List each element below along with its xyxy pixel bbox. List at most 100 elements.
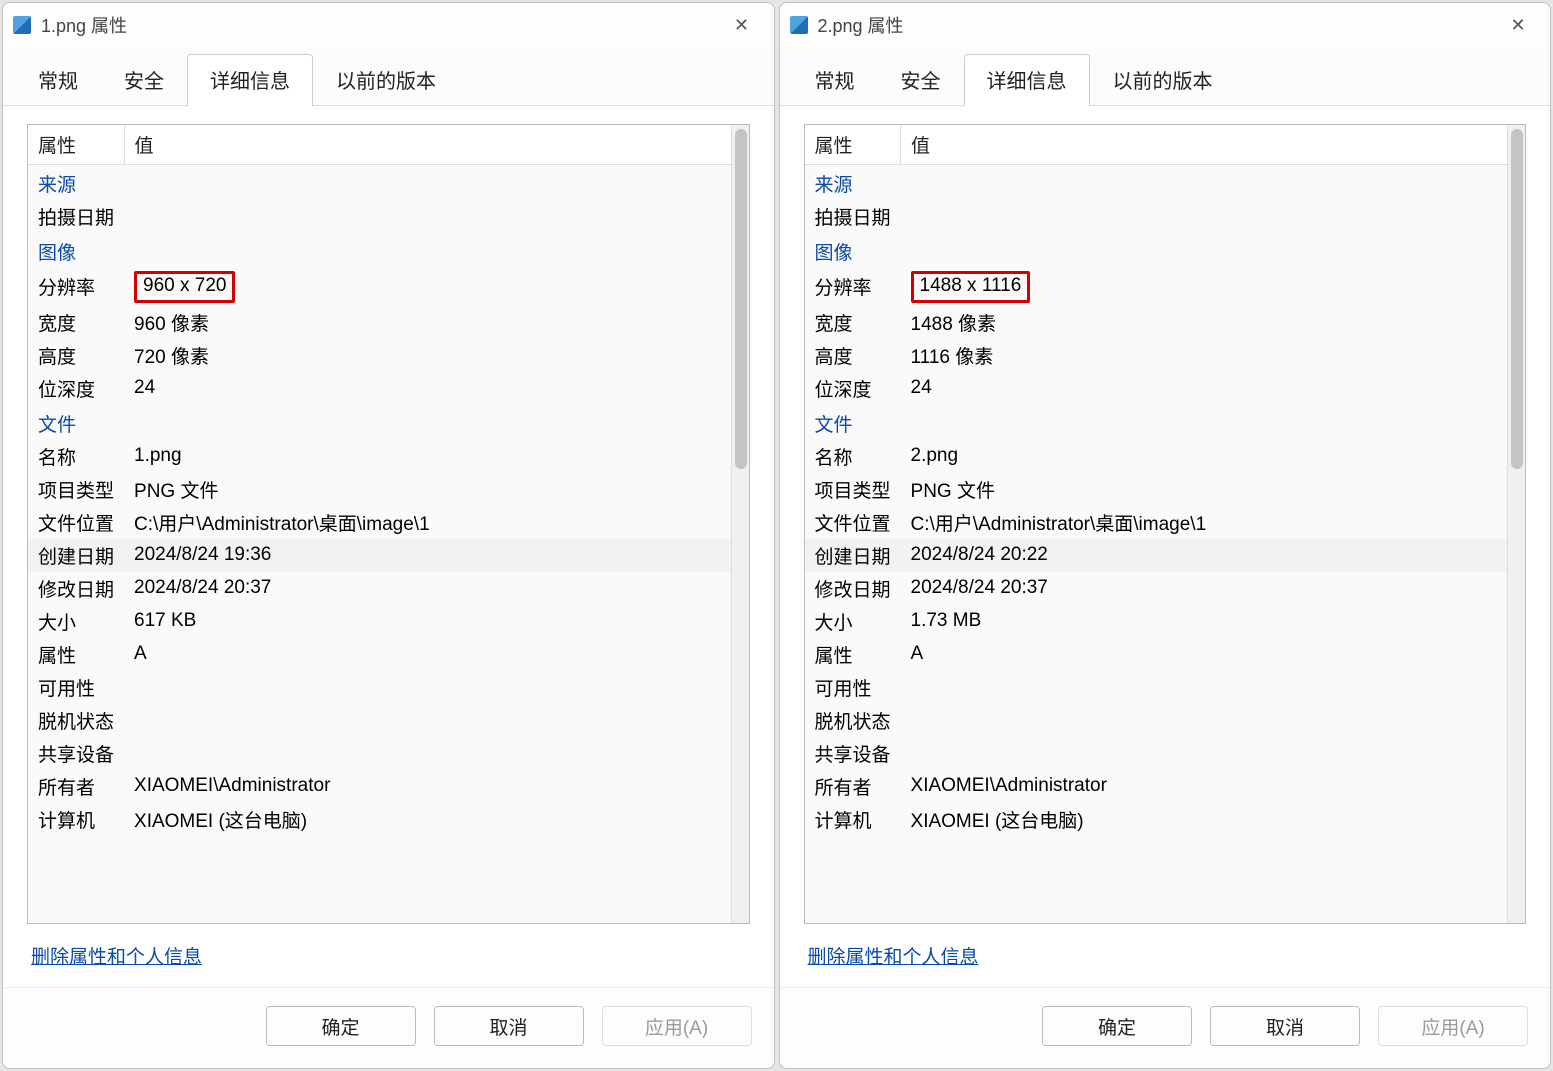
prop-key-computer[interactable]: 计算机	[805, 803, 901, 836]
prop-val-bitdepth[interactable]: 24	[901, 372, 1507, 405]
prop-key-width[interactable]: 宽度	[805, 306, 901, 339]
image-file-icon	[13, 16, 31, 34]
prop-val-bitdepth[interactable]: 24	[124, 372, 730, 405]
prop-val-modified[interactable]: 2024/8/24 20:37	[901, 572, 1507, 605]
prop-key-owner[interactable]: 所有者	[28, 770, 124, 803]
close-button[interactable]: ✕	[1496, 9, 1540, 41]
column-header-property[interactable]: 属性	[805, 125, 901, 165]
prop-val-offline[interactable]	[124, 704, 730, 737]
prop-key-owner[interactable]: 所有者	[805, 770, 901, 803]
prop-val-created[interactable]: 2024/8/24 19:36	[124, 539, 730, 572]
prop-key-availability[interactable]: 可用性	[28, 671, 124, 704]
cancel-button[interactable]: 取消	[434, 1006, 584, 1046]
prop-val-share[interactable]	[901, 737, 1507, 770]
prop-val-computer[interactable]: XIAOMEI (这台电脑)	[124, 803, 730, 836]
apply-button[interactable]: 应用(A)	[602, 1006, 752, 1046]
prop-val-size[interactable]: 1.73 MB	[901, 605, 1507, 638]
apply-button[interactable]: 应用(A)	[1378, 1006, 1528, 1046]
prop-key-offline[interactable]: 脱机状态	[805, 704, 901, 737]
prop-key-resolution[interactable]: 分辨率	[805, 268, 901, 306]
prop-key-location[interactable]: 文件位置	[28, 506, 124, 539]
close-button[interactable]: ✕	[720, 9, 764, 41]
prop-key-computer[interactable]: 计算机	[28, 803, 124, 836]
prop-key-width[interactable]: 宽度	[28, 306, 124, 339]
window-title: 2.png 属性	[818, 12, 1497, 38]
prop-val-share[interactable]	[124, 737, 730, 770]
prop-key-type[interactable]: 项目类型	[28, 473, 124, 506]
tab-previous-versions[interactable]: 以前的版本	[1090, 54, 1236, 106]
prop-val-shot-date[interactable]	[901, 200, 1507, 233]
prop-key-size[interactable]: 大小	[805, 605, 901, 638]
tab-security[interactable]: 安全	[878, 54, 964, 106]
column-header-value[interactable]: 值	[124, 125, 730, 165]
properties-scroll-area[interactable]: 属性 值 来源 拍摄日期 图像 分辨率1488 x 1116 宽度1488 像素…	[805, 125, 1508, 923]
prop-key-created[interactable]: 创建日期	[28, 539, 124, 572]
prop-val-created[interactable]: 2024/8/24 20:22	[901, 539, 1507, 572]
tab-general[interactable]: 常规	[15, 54, 101, 106]
prop-val-name[interactable]: 1.png	[124, 440, 730, 473]
tab-details[interactable]: 详细信息	[187, 54, 313, 106]
prop-val-location[interactable]: C:\用户\Administrator\桌面\image\1	[124, 506, 730, 539]
prop-val-name[interactable]: 2.png	[901, 440, 1507, 473]
ok-button[interactable]: 确定	[266, 1006, 416, 1046]
prop-val-width[interactable]: 1488 像素	[901, 306, 1507, 339]
prop-val-availability[interactable]	[901, 671, 1507, 704]
prop-val-type[interactable]: PNG 文件	[901, 473, 1507, 506]
prop-val-type[interactable]: PNG 文件	[124, 473, 730, 506]
section-file: 文件	[28, 405, 731, 440]
vertical-scrollbar[interactable]	[1507, 125, 1525, 923]
tab-security[interactable]: 安全	[101, 54, 187, 106]
prop-val-shot-date[interactable]	[124, 200, 730, 233]
prop-key-location[interactable]: 文件位置	[805, 506, 901, 539]
prop-val-width[interactable]: 960 像素	[124, 306, 730, 339]
prop-key-resolution[interactable]: 分辨率	[28, 268, 124, 306]
scrollbar-thumb[interactable]	[735, 129, 747, 469]
prop-key-name[interactable]: 名称	[28, 440, 124, 473]
prop-key-bitdepth[interactable]: 位深度	[805, 372, 901, 405]
tab-previous-versions[interactable]: 以前的版本	[313, 54, 459, 106]
prop-key-type[interactable]: 项目类型	[805, 473, 901, 506]
prop-val-modified[interactable]: 2024/8/24 20:37	[124, 572, 730, 605]
prop-val-location[interactable]: C:\用户\Administrator\桌面\image\1	[901, 506, 1507, 539]
scrollbar-thumb[interactable]	[1511, 129, 1523, 469]
prop-val-attributes[interactable]: A	[901, 638, 1507, 671]
remove-properties-link[interactable]: 删除属性和个人信息	[31, 947, 202, 968]
prop-val-resolution[interactable]: 960 x 720	[124, 268, 730, 306]
tab-details[interactable]: 详细信息	[964, 54, 1090, 106]
prop-key-availability[interactable]: 可用性	[805, 671, 901, 704]
prop-val-owner[interactable]: XIAOMEI\Administrator	[901, 770, 1507, 803]
properties-scroll-area[interactable]: 属性 值 来源 拍摄日期 图像 分辨率960 x 720 宽度960 像素 高度…	[28, 125, 731, 923]
prop-val-height[interactable]: 1116 像素	[901, 339, 1507, 372]
prop-key-name[interactable]: 名称	[805, 440, 901, 473]
prop-key-modified[interactable]: 修改日期	[805, 572, 901, 605]
prop-key-height[interactable]: 高度	[28, 339, 124, 372]
prop-key-created[interactable]: 创建日期	[805, 539, 901, 572]
prop-val-owner[interactable]: XIAOMEI\Administrator	[124, 770, 730, 803]
column-header-value[interactable]: 值	[901, 125, 1507, 165]
prop-val-availability[interactable]	[124, 671, 730, 704]
column-header-property[interactable]: 属性	[28, 125, 124, 165]
tab-general[interactable]: 常规	[792, 54, 878, 106]
prop-key-size[interactable]: 大小	[28, 605, 124, 638]
prop-key-attributes[interactable]: 属性	[28, 638, 124, 671]
cancel-button[interactable]: 取消	[1210, 1006, 1360, 1046]
prop-val-resolution[interactable]: 1488 x 1116	[901, 268, 1507, 306]
prop-val-size[interactable]: 617 KB	[124, 605, 730, 638]
prop-key-share[interactable]: 共享设备	[28, 737, 124, 770]
prop-key-shot-date[interactable]: 拍摄日期	[28, 200, 124, 233]
close-icon: ✕	[734, 15, 749, 36]
remove-properties-link[interactable]: 删除属性和个人信息	[808, 947, 979, 968]
prop-key-height[interactable]: 高度	[805, 339, 901, 372]
prop-key-attributes[interactable]: 属性	[805, 638, 901, 671]
prop-val-height[interactable]: 720 像素	[124, 339, 730, 372]
prop-val-offline[interactable]	[901, 704, 1507, 737]
ok-button[interactable]: 确定	[1042, 1006, 1192, 1046]
prop-val-computer[interactable]: XIAOMEI (这台电脑)	[901, 803, 1507, 836]
prop-key-bitdepth[interactable]: 位深度	[28, 372, 124, 405]
prop-key-shot-date[interactable]: 拍摄日期	[805, 200, 901, 233]
prop-key-offline[interactable]: 脱机状态	[28, 704, 124, 737]
prop-key-modified[interactable]: 修改日期	[28, 572, 124, 605]
prop-key-share[interactable]: 共享设备	[805, 737, 901, 770]
vertical-scrollbar[interactable]	[731, 125, 749, 923]
prop-val-attributes[interactable]: A	[124, 638, 730, 671]
